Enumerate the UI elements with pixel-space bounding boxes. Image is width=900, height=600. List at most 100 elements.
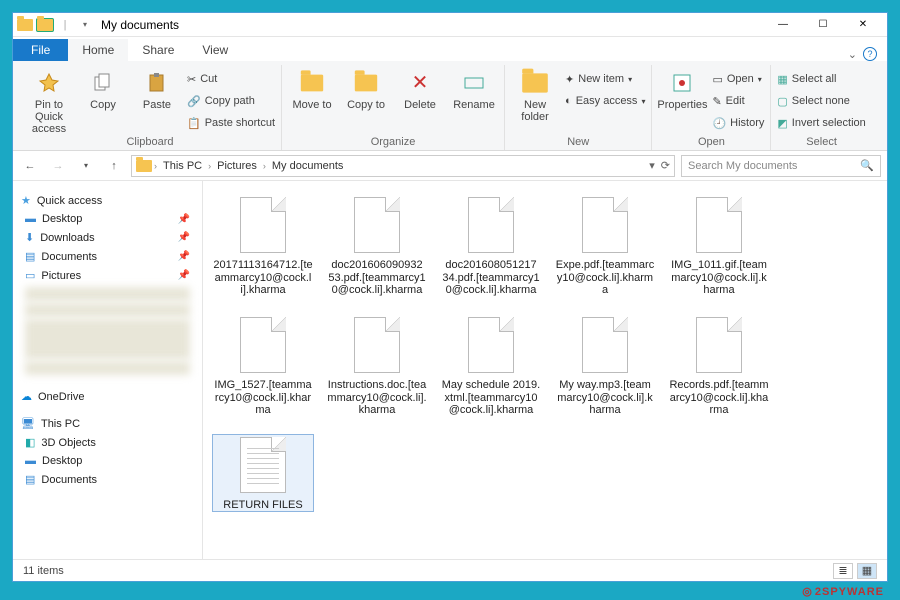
blurred-item <box>25 361 190 375</box>
new-group-label: New <box>567 136 589 150</box>
search-input[interactable]: Search My documents 🔍 <box>681 155 881 177</box>
recent-locations-button[interactable]: ▾ <box>75 155 97 177</box>
copy-to-button[interactable]: Copy to <box>342 69 390 111</box>
thispc-header[interactable]: 🖥This PC <box>19 414 196 433</box>
blurred-item <box>25 303 190 317</box>
pictures-icon: ▭ <box>25 269 35 282</box>
open-button[interactable]: ▭Open▾ <box>712 69 764 89</box>
minimize-button[interactable]: — <box>763 13 803 37</box>
quick-access-toolbar: | ▾ <box>17 17 93 33</box>
explorer-window: | ▾ My documents — ☐ ✕ File Home Share V… <box>12 12 888 582</box>
copy-path-button[interactable]: 🔗Copy path <box>187 91 275 111</box>
new-folder-icon <box>521 69 549 97</box>
rename-icon <box>460 69 488 97</box>
breadcrumb[interactable]: › This PC› Pictures› My documents ▾⟳ <box>131 155 675 177</box>
file-icon <box>235 435 291 495</box>
help-icon[interactable]: ? <box>863 47 877 61</box>
file-item[interactable]: 20171113164712.[teammarcy10@cock.li].kha… <box>213 195 313 297</box>
cut-button[interactable]: ✂Cut <box>187 69 275 89</box>
crumb-pictures[interactable]: Pictures <box>213 160 261 172</box>
file-name: Expe.pdf.[teammarcy10@cock.li].kharma <box>555 259 655 297</box>
folder-icon <box>17 17 33 33</box>
clipboard-group-label: Clipboard <box>126 136 173 150</box>
invert-selection-button[interactable]: ◩Invert selection <box>777 113 865 133</box>
nav-documents2[interactable]: ▤Documents <box>19 470 196 489</box>
easy-access-button[interactable]: ◐Easy access▾ <box>565 91 645 111</box>
file-item[interactable]: Records.pdf.[teammarcy10@cock.li].kharma <box>669 315 769 417</box>
onedrive-header[interactable]: ☁OneDrive <box>19 387 196 406</box>
select-none-button[interactable]: ▢Select none <box>777 91 865 111</box>
organize-group-label: Organize <box>371 136 416 150</box>
new-folder-button[interactable]: New folder <box>511 69 559 123</box>
ribbon-tabs: File Home Share View ⌄ ? <box>13 37 887 61</box>
ribbon-group-organize: Move to Copy to ✕Delete Rename Organize <box>282 65 505 150</box>
tab-home[interactable]: Home <box>68 39 128 61</box>
dropdown-icon[interactable]: ▾ <box>77 17 93 33</box>
file-icon <box>463 315 519 375</box>
close-button[interactable]: ✕ <box>843 13 883 37</box>
tab-view[interactable]: View <box>188 39 242 61</box>
file-item[interactable]: Expe.pdf.[teammarcy10@cock.li].kharma <box>555 195 655 297</box>
file-icon <box>349 195 405 255</box>
threed-icon: ◧ <box>25 436 35 449</box>
pc-icon: 🖥 <box>21 417 35 430</box>
tab-share[interactable]: Share <box>128 39 188 61</box>
star-icon: ★ <box>21 194 31 207</box>
select-all-button[interactable]: ▦Select all <box>777 69 865 89</box>
file-name: doc201606090932 53.pdf.[teammarcy10@cock… <box>327 259 427 297</box>
nav-desktop[interactable]: ▬Desktop📌 <box>19 210 196 228</box>
pin-icon: 📌 <box>178 214 190 225</box>
invert-icon: ◩ <box>777 117 787 130</box>
properties-icon <box>668 69 696 97</box>
file-item[interactable]: Instructions.doc.[teammarcy10@cock.li].k… <box>327 315 427 417</box>
file-item[interactable]: doc201606090932 53.pdf.[teammarcy10@cock… <box>327 195 427 297</box>
chevron-down-icon[interactable]: ▾ <box>649 159 655 172</box>
file-name: 20171113164712.[teammarcy10@cock.li].kha… <box>213 259 313 297</box>
expand-ribbon-icon[interactable]: ⌄ <box>848 48 857 61</box>
file-name: IMG_1527.[teammarcy10@cock.li].kharma <box>213 379 313 417</box>
file-item[interactable]: My way.mp3.[teammarcy10@cock.li].kharma <box>555 315 655 417</box>
file-item[interactable]: IMG_1011.gif.[teammarcy10@cock.li].kharm… <box>669 195 769 297</box>
nav-3dobjects[interactable]: ◧3D Objects <box>19 433 196 452</box>
file-item[interactable]: doc201608051217 34.pdf.[teammarcy10@cock… <box>441 195 541 297</box>
search-icon: 🔍 <box>860 159 874 172</box>
file-item[interactable]: May schedule 2019.xtml.[teammarcy10@cock… <box>441 315 541 417</box>
icons-view-button[interactable]: ▦ <box>857 563 877 579</box>
paste-shortcut-button[interactable]: 📋Paste shortcut <box>187 113 275 133</box>
scissors-icon: ✂ <box>187 73 196 86</box>
details-view-button[interactable]: ≣ <box>833 563 853 579</box>
quick-access-header[interactable]: ★Quick access <box>19 191 196 210</box>
refresh-icon[interactable]: ⟳ <box>661 159 670 172</box>
properties-button[interactable]: Properties <box>658 69 706 111</box>
up-button[interactable]: ↑ <box>103 155 125 177</box>
rename-button[interactable]: Rename <box>450 69 498 111</box>
history-button[interactable]: 🕘History <box>712 113 764 133</box>
file-item[interactable]: IMG_1527.[teammarcy10@cock.li].kharma <box>213 315 313 417</box>
move-to-button[interactable]: Move to <box>288 69 336 111</box>
crumb-mydocs[interactable]: My documents <box>268 160 348 172</box>
titlebar: | ▾ My documents — ☐ ✕ <box>13 13 887 37</box>
checked-folder-icon[interactable] <box>37 17 53 33</box>
path-icon: 🔗 <box>187 95 201 108</box>
new-item-button[interactable]: ✦New item▾ <box>565 69 645 89</box>
file-item[interactable]: RETURN FILES <box>213 435 313 512</box>
back-button[interactable]: ← <box>19 155 41 177</box>
nav-downloads[interactable]: ⬇Downloads📌 <box>19 228 196 247</box>
nav-documents[interactable]: ▤Documents📌 <box>19 247 196 266</box>
tab-file[interactable]: File <box>13 39 68 61</box>
crumb-thispc[interactable]: This PC <box>159 160 206 172</box>
nav-pictures[interactable]: ▭Pictures📌 <box>19 266 196 285</box>
file-name: doc201608051217 34.pdf.[teammarcy10@cock… <box>441 259 541 297</box>
paste-button[interactable]: Paste <box>133 69 181 111</box>
edit-button[interactable]: ✎Edit <box>712 91 764 111</box>
copy-button[interactable]: Copy <box>79 69 127 111</box>
file-name: May schedule 2019.xtml.[teammarcy10@cock… <box>441 379 541 417</box>
newitem-icon: ✦ <box>565 73 574 86</box>
ribbon-help: ⌄ ? <box>848 47 877 61</box>
pin-to-quick-access-button[interactable]: Pin to Quick access <box>25 69 73 135</box>
forward-button[interactable]: → <box>47 155 69 177</box>
file-grid[interactable]: 20171113164712.[teammarcy10@cock.li].kha… <box>203 181 887 559</box>
maximize-button[interactable]: ☐ <box>803 13 843 37</box>
nav-desktop2[interactable]: ▬Desktop <box>19 452 196 470</box>
delete-button[interactable]: ✕Delete <box>396 69 444 111</box>
